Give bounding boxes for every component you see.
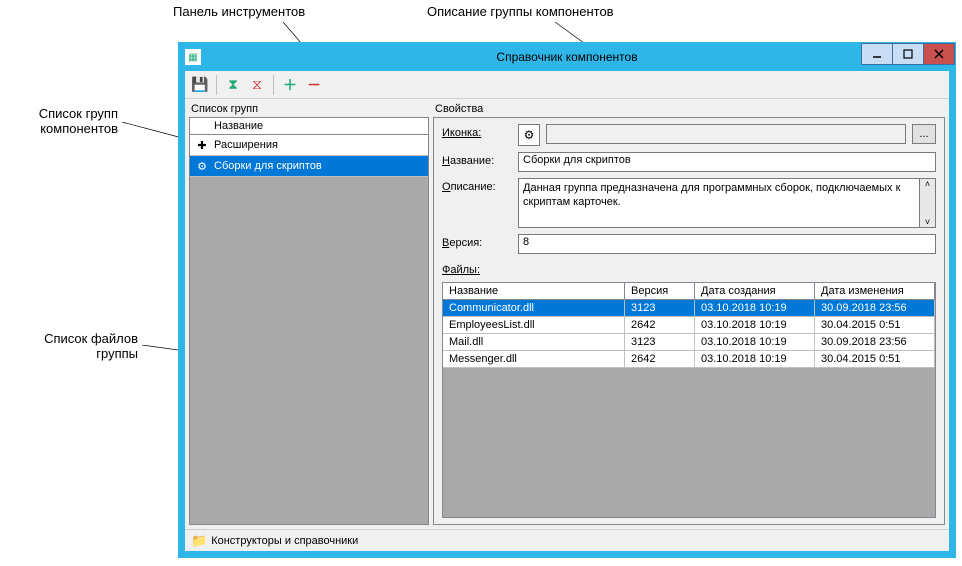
file-row[interactable]: Mail.dll312303.10.2018 10:1930.09.2018 2… — [443, 334, 935, 351]
file-row[interactable]: EmployeesList.dll264203.10.2018 10:1930.… — [443, 317, 935, 334]
file-cell: 03.10.2018 10:19 — [695, 351, 815, 367]
statusbar: 📁 Конструкторы и справочники — [185, 529, 949, 551]
file-cell: 03.10.2018 10:19 — [695, 317, 815, 333]
group-row[interactable]: ⚙ Сборки для скриптов — [190, 156, 428, 177]
files-table-header[interactable]: Название Версия Дата создания Дата измен… — [443, 283, 935, 300]
icon-preview: ⚙ — [518, 124, 540, 146]
groups-panel-label: Список групп — [189, 103, 429, 115]
annotation-file-list: Список файлов группы — [8, 331, 138, 361]
gears-icon: ⚙ — [524, 128, 535, 142]
annotation-group-list: Список групп компонентов — [18, 106, 118, 136]
annotation-group-desc: Описание группы компонентов — [427, 4, 614, 19]
file-cell: 30.09.2018 23:56 — [815, 334, 935, 350]
name-label: Название: — [442, 152, 512, 167]
flask-in-icon: ⧗ — [228, 76, 238, 93]
files-table: Название Версия Дата создания Дата измен… — [442, 282, 936, 518]
icon-browse-button[interactable]: ... — [912, 124, 936, 144]
annotation-toolbar: Панель инструментов — [173, 4, 305, 19]
version-field[interactable]: 8 — [518, 234, 936, 254]
import-button[interactable]: ⧗ — [222, 74, 244, 96]
folder-icon: 📁 — [191, 533, 207, 549]
scroll-up-icon: ˄ — [925, 179, 930, 189]
file-cell: Messenger.dll — [443, 351, 625, 367]
col-created[interactable]: Дата создания — [695, 283, 815, 299]
scroll-down-icon: ˅ — [925, 217, 930, 227]
gears-icon: ⚙ — [194, 158, 210, 174]
file-cell: 2642 — [625, 351, 695, 367]
file-cell: 03.10.2018 10:19 — [695, 300, 815, 316]
col-version[interactable]: Версия — [625, 283, 695, 299]
group-row-label: Сборки для скриптов — [214, 160, 322, 172]
file-cell: 2642 — [625, 317, 695, 333]
app-icon: ▦ — [185, 49, 201, 65]
statusbar-text: Конструкторы и справочники — [211, 535, 358, 547]
desc-label: Описание: — [442, 178, 512, 193]
remove-icon: － — [307, 75, 321, 95]
file-cell: 30.04.2015 0:51 — [815, 351, 935, 367]
file-cell: Mail.dll — [443, 334, 625, 350]
icon-path-field[interactable] — [546, 124, 906, 144]
toolbar: 💾 ⧗ ⧖ ＋ － — [185, 71, 949, 99]
file-row[interactable]: Messenger.dll264203.10.2018 10:1930.04.2… — [443, 351, 935, 368]
file-cell: 30.04.2015 0:51 — [815, 317, 935, 333]
maximize-button[interactable] — [892, 43, 924, 65]
flask-out-icon: ⧖ — [252, 76, 262, 93]
col-name[interactable]: Название — [443, 283, 625, 299]
toolbar-separator — [273, 75, 274, 95]
remove-button[interactable]: － — [303, 74, 325, 96]
window-title: Справочник компонентов — [179, 50, 955, 64]
add-button[interactable]: ＋ — [279, 74, 301, 96]
export-button[interactable]: ⧖ — [246, 74, 268, 96]
icon-label: Иконка: — [442, 124, 512, 139]
description-scrollbar[interactable]: ˄ ˅ — [920, 178, 936, 228]
close-button[interactable] — [923, 43, 955, 65]
files-label: Файлы: — [442, 264, 936, 276]
file-cell: 3123 — [625, 334, 695, 350]
description-field[interactable]: Данная группа предназначена для программ… — [518, 178, 920, 228]
col-modified[interactable]: Дата изменения — [815, 283, 935, 299]
file-cell: 3123 — [625, 300, 695, 316]
save-icon: 💾 — [191, 76, 208, 93]
app-window: ▦ Справочник компонентов 💾 ⧗ ⧖ ＋ － Списо… — [178, 42, 956, 558]
groups-list: Название ✚ Расширения ⚙ Сборки для скриптов — [189, 117, 429, 525]
titlebar[interactable]: ▦ Справочник компонентов — [179, 43, 955, 71]
file-cell: Communicator.dll — [443, 300, 625, 316]
file-row[interactable]: Communicator.dll312303.10.2018 10:1930.0… — [443, 300, 935, 317]
version-label: Версия: — [442, 234, 512, 249]
file-cell: EmployeesList.dll — [443, 317, 625, 333]
name-field[interactable]: Сборки для скриптов — [518, 152, 936, 172]
file-cell: 03.10.2018 10:19 — [695, 334, 815, 350]
save-button[interactable]: 💾 — [189, 74, 211, 96]
file-cell: 30.09.2018 23:56 — [815, 300, 935, 316]
puzzle-icon: ✚ — [194, 137, 210, 153]
props-panel-label: Свойства — [433, 103, 945, 115]
minimize-button[interactable] — [861, 43, 893, 65]
group-row-label: Расширения — [214, 139, 278, 151]
toolbar-separator — [216, 75, 217, 95]
groups-header[interactable]: Название — [190, 118, 428, 135]
add-icon: ＋ — [283, 75, 297, 95]
group-row[interactable]: ✚ Расширения — [190, 135, 428, 156]
